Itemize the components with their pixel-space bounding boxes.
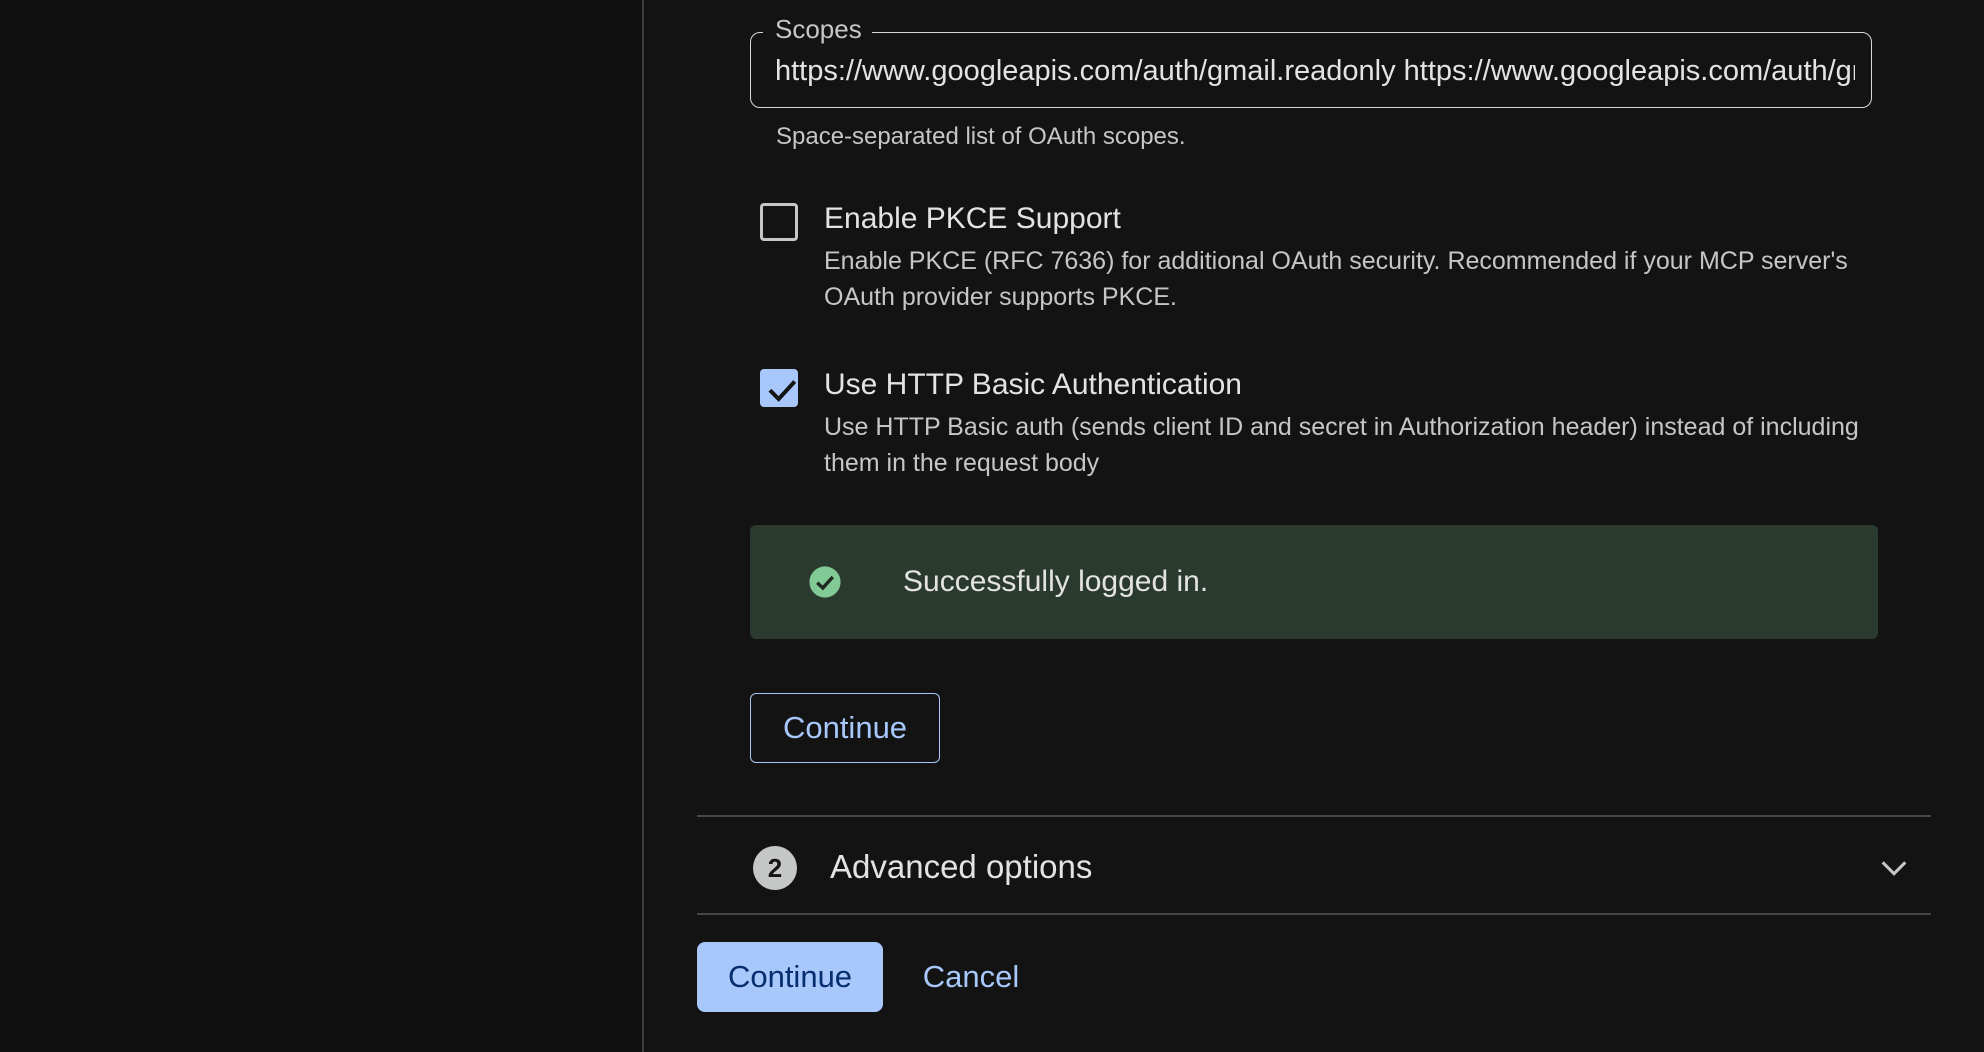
success-message: Successfully logged in.	[903, 565, 1209, 598]
section-divider-bottom	[697, 913, 1931, 915]
scopes-input[interactable]	[775, 51, 1855, 91]
scopes-field[interactable]: Scopes	[750, 14, 1872, 108]
pkce-title: Enable PKCE Support	[824, 202, 1121, 235]
check-circle-icon	[809, 566, 841, 598]
basic-auth-title: Use HTTP Basic Authentication	[824, 368, 1242, 401]
pkce-checkbox[interactable]	[760, 203, 798, 241]
main-panel: Scopes Space-separated list of OAuth sco…	[644, 0, 1984, 1052]
pkce-description: Enable PKCE (RFC 7636) for additional OA…	[824, 247, 1848, 311]
step-continue-button[interactable]: Continue	[750, 693, 940, 763]
continue-button[interactable]: Continue	[697, 942, 883, 1012]
cancel-button[interactable]: Cancel	[906, 942, 1036, 1012]
basic-auth-description: Use HTTP Basic auth (sends client ID and…	[824, 413, 1859, 477]
scopes-label: Scopes	[763, 14, 872, 44]
success-banner: Successfully logged in.	[750, 525, 1878, 639]
left-pane	[0, 0, 642, 1052]
basic-auth-checkbox[interactable]	[760, 369, 798, 407]
chevron-down-icon[interactable]	[1877, 851, 1911, 885]
advanced-options-header[interactable]: 2 Advanced options	[697, 817, 1931, 913]
scopes-helper-text: Space-separated list of OAuth scopes.	[776, 123, 1186, 150]
step-number-badge: 2	[753, 846, 797, 890]
checkmark-icon	[768, 380, 797, 402]
advanced-options-label: Advanced options	[830, 848, 1093, 885]
page: Scopes Space-separated list of OAuth sco…	[0, 0, 1984, 1052]
